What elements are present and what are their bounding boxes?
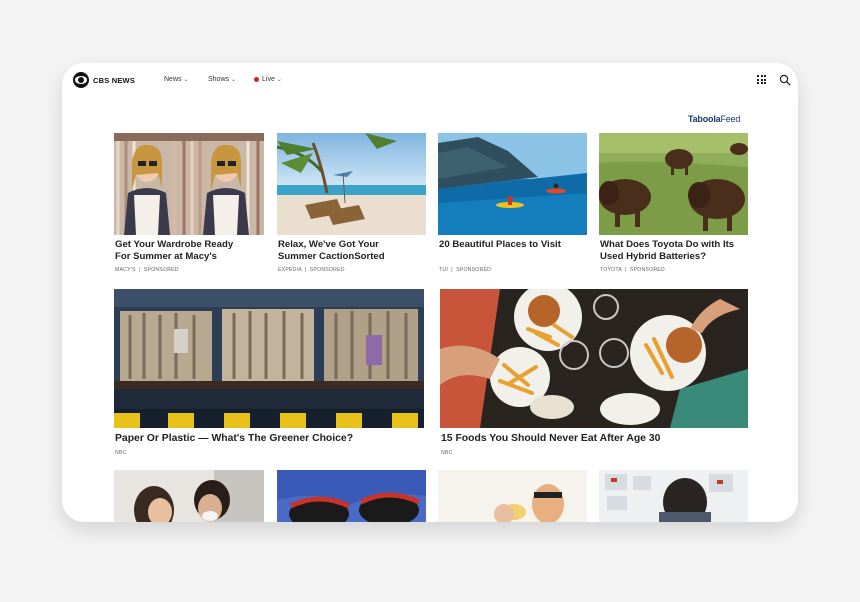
nav-shows-label: Shows: [208, 76, 230, 83]
card-image-sunglasses[interactable]: [277, 470, 426, 522]
card-meta: NBC: [441, 450, 453, 456]
feed-card-expedia[interactable]: Relax, We've Got Your Summer CactionSorte…: [277, 133, 426, 273]
site-header: CBS NEWS News ⌄ Shows ⌄ Live ⌄: [62, 63, 798, 97]
card-image-office[interactable]: [599, 470, 748, 522]
card-title[interactable]: Relax, We've Got Your Summer CactionSorte…: [278, 239, 385, 262]
cbs-eye-icon: [73, 72, 89, 88]
chevron-down-icon: ⌄: [231, 77, 237, 83]
card-title[interactable]: Paper Or Plastic — What's The Greener Ch…: [115, 433, 353, 445]
card-image-bison[interactable]: [599, 133, 748, 235]
logo-text: CBS NEWS: [93, 75, 136, 85]
card-image-beach[interactable]: [277, 133, 426, 235]
feed-card-partial-4[interactable]: [599, 470, 748, 522]
card-meta: TOYOTA | SPONSORED: [600, 267, 665, 273]
cbs-news-logo[interactable]: CBS NEWS: [73, 72, 135, 88]
card-image-couple[interactable]: [114, 470, 264, 522]
card-title[interactable]: What Does Toyota Do with Its Used Hybrid …: [600, 239, 734, 262]
feed-card-partial-3[interactable]: [438, 470, 587, 522]
feed-card-foods[interactable]: 15 Foods You Should Never Eat After Age …: [440, 289, 748, 459]
feed-card-partial-2[interactable]: [277, 470, 426, 522]
browser-window: CBS NEWS News ⌄ Shows ⌄ Live ⌄ TaboolaFe…: [62, 63, 798, 522]
feed-card-paper-plastic[interactable]: Paper Or Plastic — What's The Greener Ch…: [114, 289, 424, 459]
feed-card-tui[interactable]: 20 Beautiful Places to Visit TUI | SPONS…: [438, 133, 587, 273]
feed-card-macys[interactable]: Get Your Wardrobe Ready For Summer at Mac…: [114, 133, 264, 273]
card-image-kayak[interactable]: [438, 133, 587, 235]
card-meta: TUI | SPONSORED: [439, 267, 492, 273]
feed-card-toyota[interactable]: What Does Toyota Do with Its Used Hybrid …: [599, 133, 748, 273]
nav-news[interactable]: News ⌄: [164, 76, 189, 83]
card-image-recycling[interactable]: [114, 289, 424, 428]
card-image-woman-laughing[interactable]: [438, 470, 587, 522]
nav-shows[interactable]: Shows ⌄: [208, 76, 236, 83]
nav-live-label: Live: [262, 76, 275, 83]
chevron-down-icon: ⌄: [183, 77, 189, 83]
chevron-down-icon: ⌄: [276, 77, 282, 83]
card-meta: EXPEDIA | SPONSORED: [278, 267, 345, 273]
card-title[interactable]: 20 Beautiful Places to Visit: [439, 239, 561, 251]
card-image-foods[interactable]: [440, 289, 748, 428]
taboola-feed-logo[interactable]: TaboolaFeed: [688, 114, 740, 124]
card-title[interactable]: Get Your Wardrobe Ready For Summer at Mac…: [115, 239, 233, 262]
live-dot-icon: [254, 77, 259, 82]
card-meta: NBC: [115, 450, 127, 456]
apps-grid-icon[interactable]: [757, 75, 766, 84]
card-title[interactable]: 15 Foods You Should Never Eat After Age …: [441, 433, 660, 445]
feed-card-partial-1[interactable]: [114, 470, 264, 522]
search-icon[interactable]: [779, 74, 791, 86]
nav-live[interactable]: Live ⌄: [254, 76, 282, 83]
taboola-brand: Taboola: [688, 114, 721, 124]
card-meta: MACY'S | SPONSORED: [115, 267, 179, 273]
taboola-feed-suffix: Feed: [720, 114, 741, 124]
nav-news-label: News: [164, 76, 182, 83]
card-image-wardrobe[interactable]: [114, 133, 264, 235]
